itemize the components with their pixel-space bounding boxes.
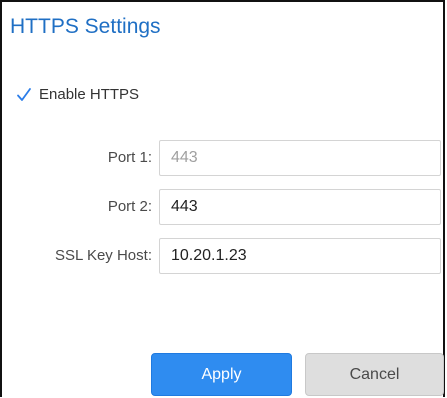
https-settings-panel: HTTPS Settings Enable HTTPS Port 1: Port… bbox=[0, 0, 445, 397]
port2-input[interactable] bbox=[159, 189, 441, 225]
page-title: HTTPS Settings bbox=[10, 15, 161, 38]
checkmark-icon bbox=[16, 87, 32, 103]
enable-https-label: Enable HTTPS bbox=[39, 86, 140, 103]
port2-label: Port 2: bbox=[107, 198, 152, 215]
apply-button[interactable]: Apply bbox=[151, 353, 292, 396]
port1-row: Port 1: bbox=[2, 140, 447, 176]
port1-label: Port 1: bbox=[107, 149, 152, 166]
ssl-key-host-label: SSL Key Host: bbox=[55, 247, 152, 264]
port2-row: Port 2: bbox=[2, 189, 447, 225]
enable-https-checkbox[interactable]: Enable HTTPS bbox=[16, 86, 139, 103]
ssl-key-host-input[interactable] bbox=[159, 238, 441, 274]
cancel-button[interactable]: Cancel bbox=[305, 353, 444, 396]
ssl-key-host-row: SSL Key Host: bbox=[2, 238, 447, 274]
port1-input bbox=[159, 140, 441, 176]
